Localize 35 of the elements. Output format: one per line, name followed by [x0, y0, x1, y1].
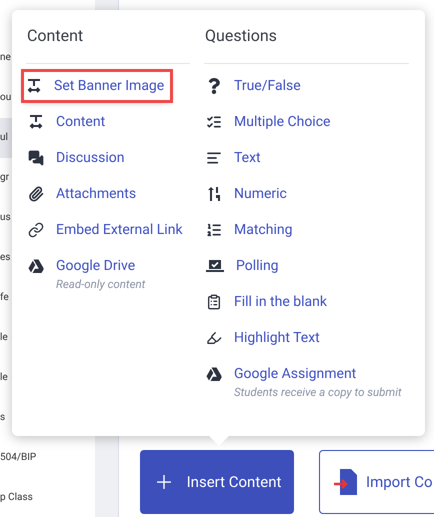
insert-content-button[interactable]: Insert Content: [140, 450, 294, 514]
paperclip-icon: [28, 186, 44, 202]
highlighter-icon: [206, 330, 222, 346]
question-mark-icon: [206, 78, 222, 94]
link-icon: [28, 222, 44, 238]
menu-item[interactable]: Fill in the blank: [204, 288, 329, 316]
import-button[interactable]: Import Co: [319, 450, 434, 514]
menu-item[interactable]: Polling: [204, 252, 281, 280]
menu-item[interactable]: True/False: [204, 72, 303, 100]
banner-icon: [26, 78, 42, 94]
sidebar-item[interactable]: p Class: [0, 477, 95, 517]
document-list-icon: [206, 294, 222, 310]
sidebar-item[interactable]: 504/BIP: [0, 437, 95, 478]
checklist-icon: [206, 114, 222, 130]
chat-bubbles-icon: [28, 150, 44, 166]
menu-item[interactable]: Embed External Link: [26, 216, 185, 244]
column-heading: Content: [26, 25, 84, 47]
file-import-icon: [334, 468, 358, 496]
menu-item[interactable]: Numeric: [204, 180, 289, 208]
menu-item[interactable]: Multiple Choice: [204, 108, 332, 136]
drive-icon: [28, 258, 44, 274]
numeric-sort-icon: [206, 186, 222, 202]
text-lines-icon: [206, 150, 222, 166]
column-heading: Questions: [204, 25, 278, 47]
menu-item[interactable]: Content: [26, 108, 108, 136]
numbered-list-icon: [206, 222, 222, 238]
menu-item[interactable]: Attachments: [26, 180, 138, 208]
drive-icon: [206, 366, 222, 382]
menu-item[interactable]: Highlight Text: [204, 324, 322, 352]
banner-icon: [28, 114, 44, 130]
menu-item[interactable]: Text: [204, 144, 263, 172]
menu-item[interactable]: Discussion: [26, 144, 126, 172]
laptop-check-icon: [206, 258, 224, 274]
menu-item[interactable]: Set Banner Image: [24, 72, 170, 100]
menu-item[interactable]: Matching: [204, 216, 294, 244]
